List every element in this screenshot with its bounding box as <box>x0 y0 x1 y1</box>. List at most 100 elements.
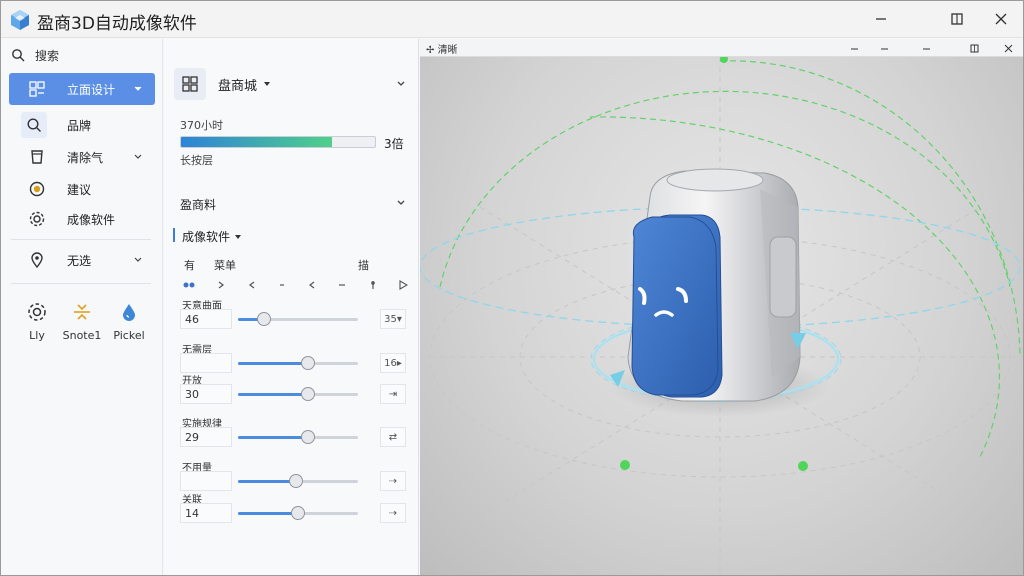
app-window: 盈商3D自动成像软件 搜索 立面设计 品牌 清除气 建议 成像软件 无选 Lly… <box>0 0 1024 576</box>
slider-thumb[interactable] <box>301 430 315 444</box>
coin-icon <box>27 179 47 199</box>
sidebar-search[interactable]: 搜索 <box>11 45 59 65</box>
sidebar-item-label: 无选 <box>67 253 92 268</box>
scene-canvas[interactable] <box>420 57 1023 575</box>
viewport-restore-button[interactable] <box>916 41 936 55</box>
sidebar-item-none[interactable]: 无选 <box>9 244 155 276</box>
progress-bar <box>180 136 376 148</box>
search-icon <box>21 112 47 138</box>
slider-value-field[interactable] <box>180 353 232 373</box>
minus-icon <box>880 48 888 49</box>
minus-icon[interactable] <box>337 280 347 290</box>
slider-end-value: 16 <box>384 357 397 369</box>
chevron-down-icon <box>134 257 142 262</box>
sidebar-divider <box>11 283 151 284</box>
slider-end-value: 35 <box>384 313 397 325</box>
grid-icon <box>27 79 47 99</box>
slider-track[interactable] <box>238 474 358 488</box>
slider-row: 关联 14 ⇢ <box>174 491 412 531</box>
progress-count: 3倍 <box>384 137 404 151</box>
tool-label: Lly <box>29 329 45 342</box>
minus-icon[interactable] <box>277 280 287 290</box>
minimize-icon <box>876 18 886 20</box>
slider-track[interactable] <box>238 506 358 520</box>
tool-strip <box>182 277 408 293</box>
viewport-3d[interactable]: ✢ 清晰 <box>420 39 1023 575</box>
sidebar-item-design[interactable]: 立面设计 <box>9 73 155 105</box>
sidebar-item-brand[interactable]: 品牌 <box>9 109 155 141</box>
sidebar-item-suggest[interactable]: 建议 <box>9 173 155 205</box>
gear-icon <box>28 303 46 321</box>
tool-lly[interactable]: Lly <box>12 301 62 342</box>
product-model[interactable] <box>627 168 801 402</box>
column-header: 描 <box>358 259 369 272</box>
grid-icon <box>182 76 198 92</box>
slider-end-field[interactable]: ⇥ <box>380 384 406 404</box>
tool-snote[interactable]: Snote1 <box>57 301 107 342</box>
slider-track[interactable] <box>238 312 358 326</box>
tool-pickel[interactable]: Pickel <box>104 301 154 342</box>
slider-value-field[interactable]: 14 <box>180 503 232 523</box>
slider-end-field[interactable]: 16 ▸ <box>380 353 406 373</box>
minimize-button[interactable] <box>861 5 901 33</box>
sidebar: 搜索 立面设计 品牌 清除气 建议 成像软件 无选 Lly Snote1 Pic… <box>1 39 163 575</box>
sidebar-divider <box>11 239 151 240</box>
chevron-down-icon <box>134 86 142 91</box>
grid-button[interactable] <box>174 68 206 100</box>
slider-thumb[interactable] <box>289 474 303 488</box>
slider-fill <box>238 436 308 439</box>
section-title-imaging[interactable]: 成像软件 <box>182 228 242 245</box>
viewport-maximize-button[interactable] <box>964 41 984 55</box>
slider-end-field[interactable]: ⇄ <box>380 427 406 447</box>
drop-icon <box>123 304 135 321</box>
slider-thumb[interactable] <box>291 506 305 520</box>
sidebar-item-clear[interactable]: 清除气 <box>9 141 155 173</box>
location-pin-icon <box>27 250 47 270</box>
section-title: 盈商料 <box>180 198 217 212</box>
pin-icon[interactable] <box>368 280 378 290</box>
section-title-label: 成像软件 <box>182 230 231 244</box>
viewport-minimize-button[interactable] <box>844 41 864 55</box>
slider-thumb[interactable] <box>301 387 315 401</box>
panel-title: 盘商城 <box>218 78 258 94</box>
link-icon[interactable] <box>182 280 196 290</box>
sidebar-item-imaging[interactable]: 成像软件 <box>9 203 155 235</box>
close-icon <box>1004 44 1012 52</box>
chevron-down-icon[interactable] <box>396 79 406 89</box>
slider-track[interactable] <box>238 387 358 401</box>
close-button[interactable] <box>981 5 1021 33</box>
minimize-icon <box>922 48 930 49</box>
arrow-left-icon[interactable] <box>307 280 317 290</box>
slider-end-field[interactable]: ⇢ <box>380 471 406 491</box>
slider-thumb[interactable] <box>301 356 315 370</box>
arrow-right-icon[interactable] <box>216 280 226 290</box>
arrow-left-icon[interactable] <box>247 280 257 290</box>
gizmo-handle-green[interactable] <box>620 460 630 470</box>
viewport-close-button[interactable] <box>998 41 1018 55</box>
panel-header[interactable]: 盘商城 <box>174 67 412 101</box>
slider-end-field[interactable]: ⇢ <box>380 503 406 523</box>
play-icon[interactable] <box>398 280 408 290</box>
slider-thumb[interactable] <box>257 312 271 326</box>
app-title: 盈商3D自动成像软件 <box>37 14 197 34</box>
slider-end-field[interactable]: 35 ▾ <box>380 309 406 329</box>
caret-down-icon <box>264 82 271 86</box>
slider-track[interactable] <box>238 430 358 444</box>
slider-value-field[interactable] <box>180 471 232 491</box>
settings-panel: 盘商城 370小时 3倍 长按层 盈商料 成像软件 有 菜单 描 天意曲面 46… <box>164 39 419 575</box>
viewport-toolbar: ✢ 清晰 <box>420 39 1023 57</box>
sidebar-item-label: 清除气 <box>67 150 104 165</box>
gizmo-handle-green[interactable] <box>798 461 808 471</box>
sidebar-item-label: 建议 <box>67 182 92 197</box>
gear-icon <box>27 209 47 229</box>
slider-value-field[interactable]: 30 <box>180 384 232 404</box>
slider-track[interactable] <box>238 356 358 370</box>
slider-value-field[interactable]: 46 <box>180 309 232 329</box>
chevron-down-icon[interactable] <box>396 198 406 208</box>
gizmo-handle-green[interactable] <box>720 57 728 63</box>
column-header: 有 <box>184 259 195 272</box>
maximize-icon <box>970 44 978 52</box>
maximize-button[interactable] <box>937 5 977 33</box>
viewport-dash-button[interactable] <box>874 41 894 55</box>
slider-value-field[interactable]: 29 <box>180 427 232 447</box>
